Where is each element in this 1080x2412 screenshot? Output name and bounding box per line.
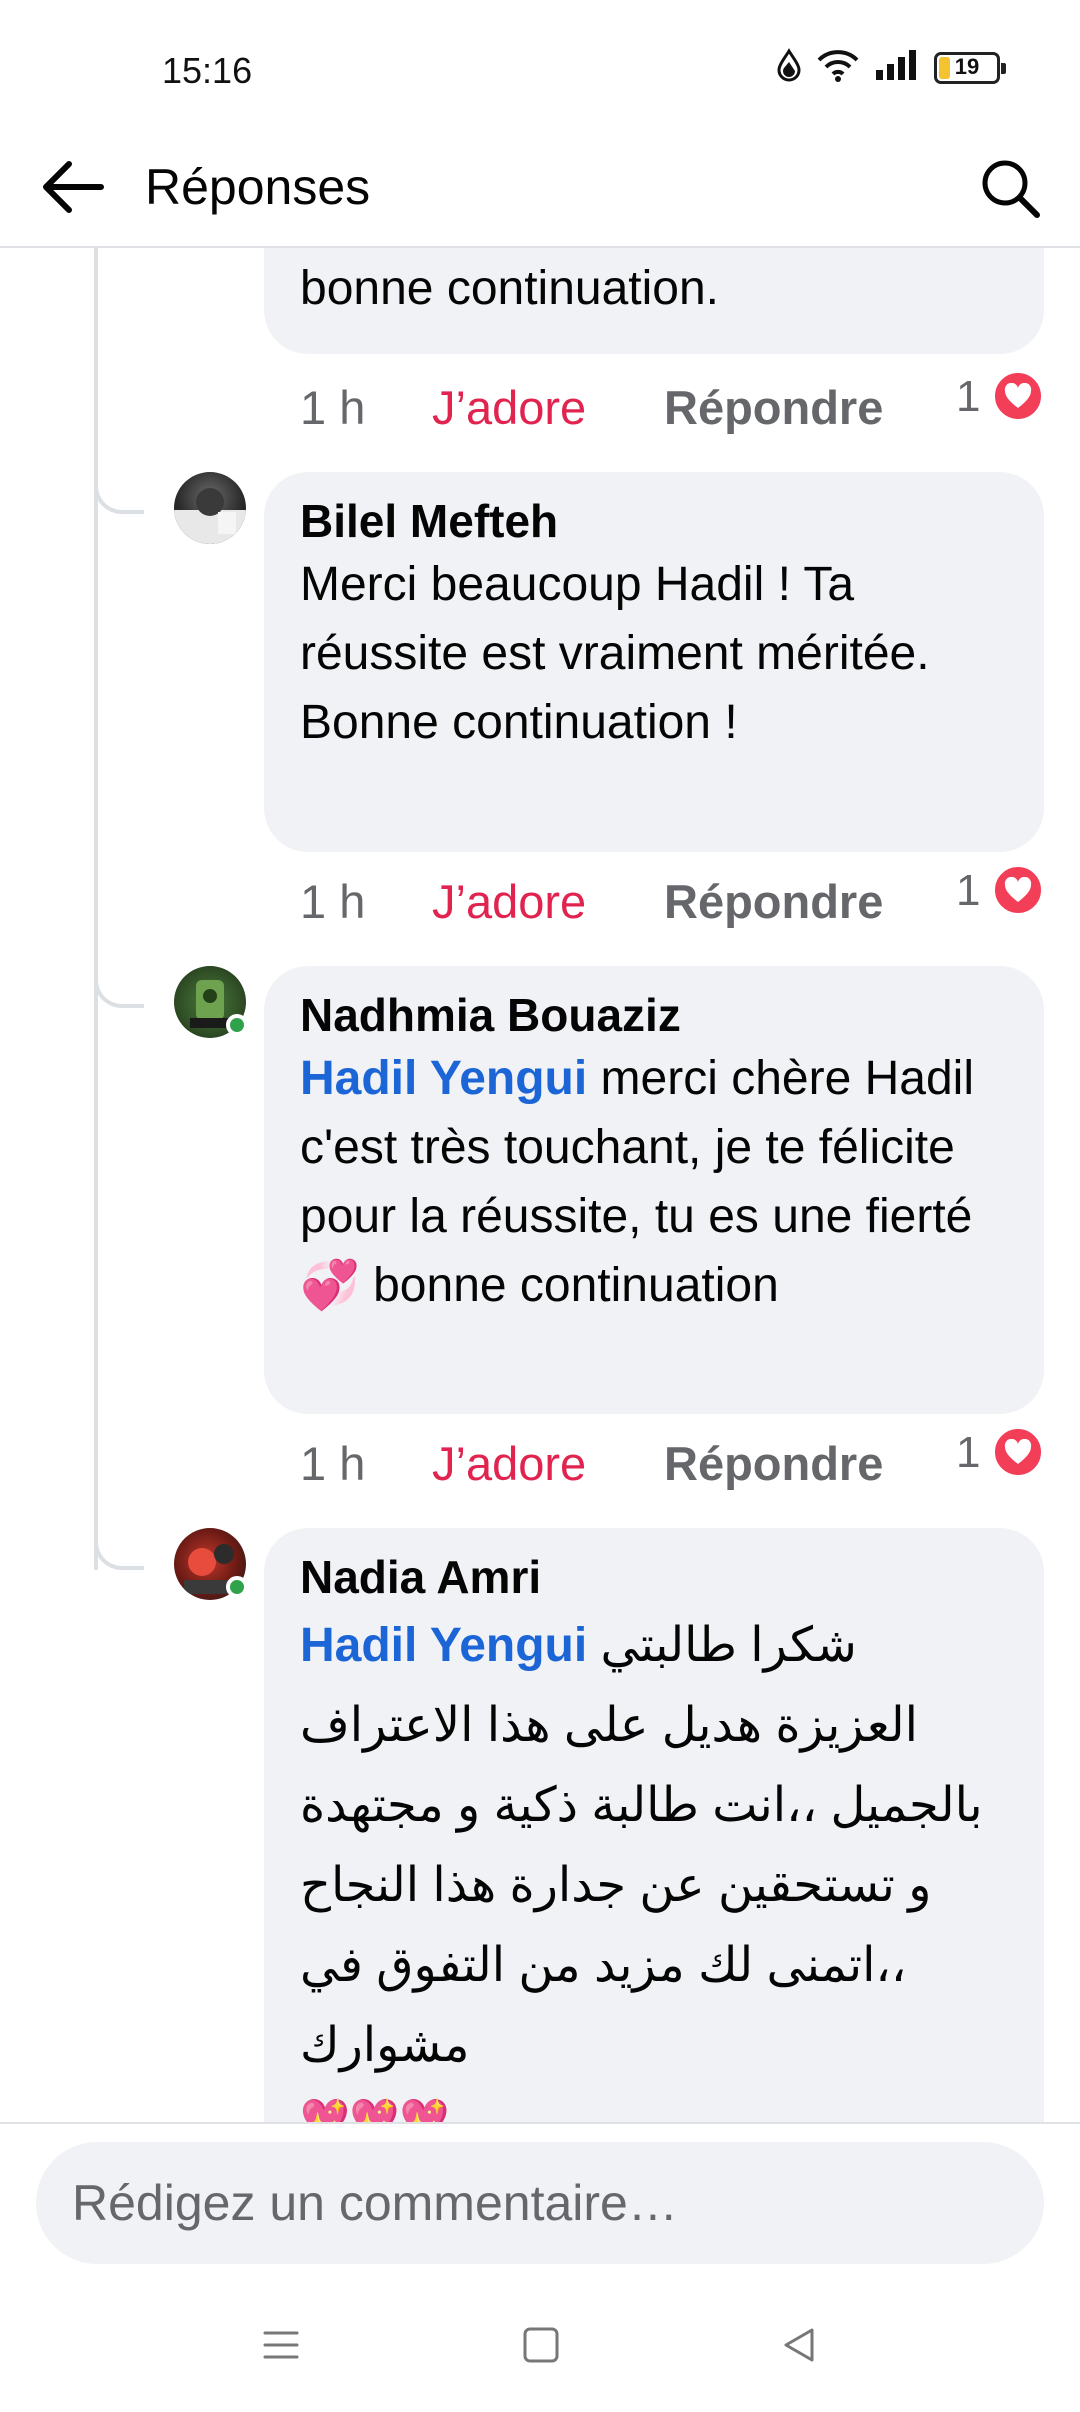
thread-line	[94, 248, 98, 1570]
comment-body: Hadil Yengui شكرا طالبتي العزيزة هديل عل…	[300, 1606, 1008, 2086]
menu-icon	[259, 2325, 303, 2370]
reply-button[interactable]: Répondre	[664, 874, 883, 929]
comment-time: 1 h	[300, 875, 366, 928]
thread-connector	[94, 480, 144, 514]
comment-text: Merci beaucoup Hadil ! Ta réussite est v…	[300, 558, 930, 749]
battery-level: 19	[954, 53, 980, 79]
battery-icon: 19	[934, 51, 1006, 84]
online-status-dot	[226, 1576, 248, 1598]
wifi-icon	[816, 48, 860, 87]
signal-icon	[874, 48, 920, 87]
status-time: 15:16	[162, 50, 253, 91]
comment-emoji-line: 💖💖💖	[300, 2098, 450, 2123]
thread-connector	[94, 1536, 144, 1570]
data-saver-icon	[776, 48, 802, 87]
comment-author[interactable]: Bilel Mefteh	[300, 492, 1008, 550]
comment-author[interactable]: Nadhmia Bouaziz	[300, 986, 1008, 1044]
back-button[interactable]	[32, 154, 112, 224]
reaction-count: 1	[956, 372, 981, 421]
status-icons: 19	[776, 48, 1006, 87]
like-button[interactable]: J’adore	[432, 1436, 586, 1491]
mention-link[interactable]: Hadil Yengui	[300, 1619, 587, 1672]
arrow-left-icon	[39, 159, 105, 220]
comment-input[interactable]	[72, 2174, 1002, 2232]
reaction-count: 1	[956, 1428, 981, 1477]
comments-thread[interactable]: bonne continuation. 1 h J’adore Répondre…	[0, 248, 1080, 2123]
comment-author[interactable]: Nadia Amri	[300, 1548, 1008, 1606]
like-button[interactable]: J’adore	[432, 874, 586, 929]
avatar[interactable]	[174, 966, 248, 1038]
triangle-back-icon	[779, 2325, 819, 2370]
thread-connector	[94, 974, 144, 1008]
square-home-icon	[521, 2325, 561, 2370]
page-title: Réponses	[145, 159, 371, 215]
heart-reaction-icon[interactable]	[992, 370, 1044, 422]
comment-bubble[interactable]: Bilel Mefteh Merci beaucoup Hadil ! Ta r…	[264, 472, 1044, 852]
search-button[interactable]	[972, 152, 1048, 228]
system-nav-bar	[0, 2272, 1080, 2412]
comment-bubble[interactable]: Nadia Amri Hadil Yengui شكرا طالبتي العز…	[264, 1528, 1044, 2123]
header: Réponses	[0, 130, 1080, 248]
nav-home-button[interactable]	[496, 2312, 586, 2382]
comment-time: 1 h	[300, 381, 366, 434]
mention-link[interactable]: Hadil Yengui	[300, 1052, 587, 1105]
online-status-dot	[226, 1014, 248, 1036]
screen: 15:16 19 Réponses bonne continuation. 1 …	[0, 0, 1080, 2412]
status-bar: 15:16 19	[0, 0, 1080, 130]
comment-actions: 1 h J’adore Répondre 1	[300, 862, 1060, 942]
composer-bar	[0, 2122, 1080, 2272]
heart-reaction-icon[interactable]	[992, 864, 1044, 916]
comment-text: bonne continuation.	[300, 262, 720, 315]
reply-button[interactable]: Répondre	[664, 1436, 883, 1491]
comment-composer[interactable]	[36, 2142, 1044, 2264]
nav-back-button[interactable]	[754, 2312, 844, 2382]
search-icon	[979, 157, 1041, 224]
comment-bubble[interactable]: Nadhmia Bouaziz Hadil Yengui merci chère…	[264, 966, 1044, 1414]
reaction-count: 1	[956, 866, 981, 915]
comment-actions: 1 h J’adore Répondre 1	[300, 368, 1060, 448]
comment-actions: 1 h J’adore Répondre 1	[300, 1424, 1060, 1504]
nav-menu-button[interactable]	[236, 2312, 326, 2382]
comment-text: شكرا طالبتي العزيزة هديل على هذا الاعترا…	[300, 1619, 983, 2072]
comment-body: Hadil Yengui merci chère Hadil c'est trè…	[300, 1044, 1008, 1320]
avatar[interactable]	[174, 1528, 248, 1600]
avatar[interactable]	[174, 472, 246, 544]
comment-bubble-partial[interactable]: bonne continuation.	[264, 248, 1044, 354]
like-button[interactable]: J’adore	[432, 380, 586, 435]
comment-time: 1 h	[300, 1437, 366, 1490]
reply-button[interactable]: Répondre	[664, 380, 883, 435]
heart-reaction-icon[interactable]	[992, 1426, 1044, 1478]
